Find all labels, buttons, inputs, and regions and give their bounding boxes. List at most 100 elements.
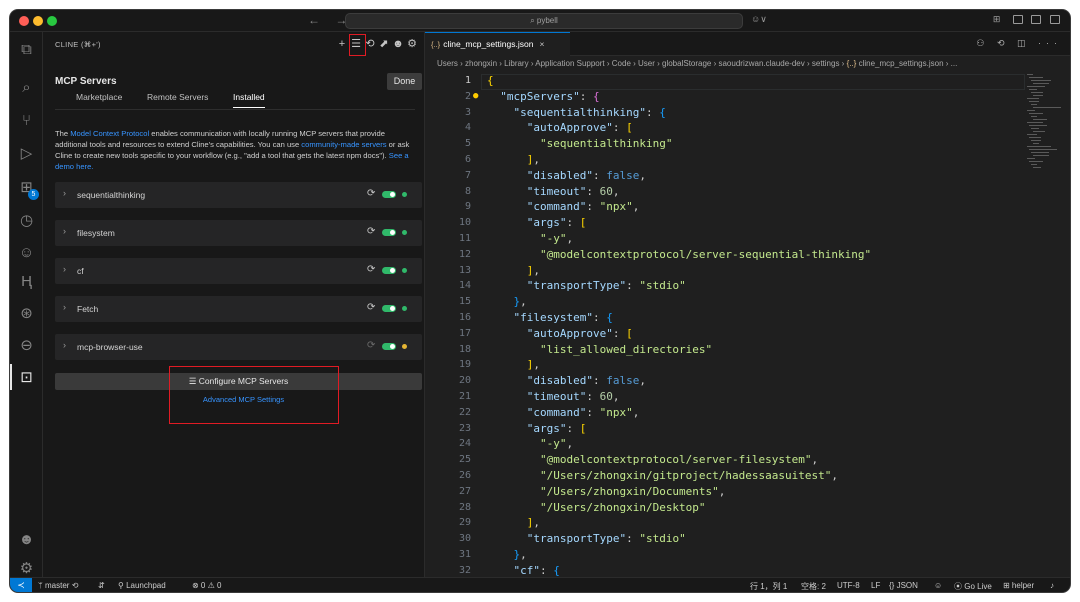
minimize-window-button[interactable] (33, 16, 43, 26)
server-row-filesystem[interactable]: › filesystem ⟳ (55, 220, 422, 246)
run-debug-icon[interactable]: ▷ (17, 144, 36, 163)
code-line[interactable]: { (487, 74, 494, 87)
code-line[interactable]: }, (487, 548, 527, 561)
editor-actions[interactable]: ⚇ ⟲ ◫ ··· (976, 38, 1062, 49)
server-enable-toggle[interactable] (382, 267, 396, 274)
new-task-icon[interactable]: + (335, 35, 349, 53)
problems-indicator[interactable]: ⊗ 0 ⚠ 0 (192, 581, 221, 590)
encoding[interactable]: UTF-8 (837, 581, 860, 590)
code-line[interactable]: "timeout": 60, (487, 185, 620, 198)
account-icon[interactable]: ☻ (17, 530, 36, 549)
notifications-bell-icon[interactable]: ♪ (1050, 581, 1054, 590)
restart-server-icon[interactable]: ⟳ (367, 226, 375, 237)
code-line[interactable]: "@modelcontextprotocol/server-filesystem… (487, 453, 818, 466)
server-enable-toggle[interactable] (382, 191, 396, 198)
lightbulb-icon[interactable]: ● (473, 91, 478, 101)
tab-installed[interactable]: Installed (233, 92, 265, 108)
account-icon[interactable]: ☻ (391, 35, 405, 53)
close-window-button[interactable] (19, 16, 29, 26)
code-line[interactable]: "sequentialthinking" (487, 137, 672, 150)
chevron-right-icon[interactable]: › (63, 340, 66, 350)
go-live-button[interactable]: ⦿ Go Live (954, 581, 992, 592)
code-editor[interactable]: ● 1 {2 "mcpServers": {3 "sequentialthinki… (425, 74, 1025, 577)
copilot-menu-icon[interactable]: ☺∨ (751, 14, 767, 25)
code-line[interactable]: "args": [ (487, 422, 587, 435)
code-line[interactable]: "disabled": false, (487, 374, 646, 387)
chevron-right-icon[interactable]: › (63, 226, 66, 236)
indentation[interactable]: 空格: 2 (801, 581, 826, 592)
timeline-icon[interactable]: ⊛ (17, 304, 36, 323)
code-line[interactable]: ], (487, 516, 540, 529)
settings-icon[interactable]: ⚙ (405, 35, 419, 53)
restart-server-icon[interactable]: ⟳ (367, 340, 375, 351)
server-row-mcp-browser-use[interactable]: › mcp-browser-use ⟳ (55, 334, 422, 360)
code-line[interactable]: "@modelcontextprotocol/server-sequential… (487, 248, 871, 261)
maximize-window-button[interactable] (47, 16, 57, 26)
code-line[interactable]: "filesystem": { (487, 311, 613, 324)
command-center-search[interactable]: ⌕ pybell (345, 13, 743, 29)
helper-item[interactable]: ⊞ helper (1003, 581, 1034, 590)
code-line[interactable]: "args": [ (487, 216, 587, 229)
search-icon[interactable]: ⌕ (17, 78, 36, 97)
restart-server-icon[interactable]: ⟳ (367, 264, 375, 275)
code-line[interactable]: "timeout": 60, (487, 390, 620, 403)
minimap[interactable] (1023, 74, 1063, 194)
code-line[interactable]: ], (487, 153, 540, 166)
code-line[interactable]: "transportType": "stdio" (487, 532, 686, 545)
extensions-icon[interactable]: ⊞ 5 (17, 178, 39, 200)
breadcrumb-item[interactable]: Library (504, 59, 528, 68)
breadcrumb-item[interactable]: saoudrizwan.claude-dev (718, 59, 804, 68)
breadcrumb-item[interactable]: User (638, 59, 655, 68)
code-line[interactable]: "command": "npx", (487, 406, 640, 419)
code-line[interactable]: ], (487, 264, 540, 277)
cline-icon[interactable]: ⊡ (17, 368, 36, 387)
code-line[interactable]: "transportType": "stdio" (487, 279, 686, 292)
toggle-panel-icon[interactable] (1031, 15, 1042, 25)
server-row-cf[interactable]: › cf ⟳ (55, 258, 422, 284)
launchpad-item[interactable]: ⚲ Launchpad (118, 581, 166, 590)
chevron-right-icon[interactable]: › (63, 302, 66, 312)
toggle-primary-sidebar-icon[interactable] (1012, 15, 1023, 25)
breadcrumb-item[interactable]: Code (612, 59, 631, 68)
language-mode[interactable]: {} JSON (889, 581, 918, 590)
community-servers-link[interactable]: community-made servers (301, 140, 386, 149)
breadcrumb-item[interactable]: Application Support (535, 59, 604, 68)
code-line[interactable]: "-y", (487, 232, 573, 245)
source-control-icon[interactable]: ⑂ (17, 111, 36, 130)
remote-indicator-icon[interactable]: ≺ (10, 578, 32, 592)
copilot-icon[interactable]: ☺ (17, 243, 36, 262)
git-branch[interactable]: ᛘ master ⟲ (38, 581, 78, 590)
explorer-icon[interactable]: ⧉ (17, 40, 36, 59)
server-enable-toggle[interactable] (382, 343, 396, 350)
server-enable-toggle[interactable] (382, 305, 396, 312)
breadcrumb[interactable]: Users › zhongxin › Library › Application… (437, 59, 957, 68)
code-line[interactable]: "list_allowed_directories" (487, 343, 712, 356)
code-line[interactable]: "mcpServers": { (487, 90, 599, 103)
code-line[interactable]: "command": "npx", (487, 200, 640, 213)
code-line[interactable]: "-y", (487, 437, 573, 450)
done-button[interactable]: Done (387, 73, 422, 90)
code-line[interactable]: "autoApprove": [ (487, 327, 633, 340)
toggle-secondary-sidebar-icon[interactable] (1050, 15, 1060, 25)
mcp-protocol-link[interactable]: Model Context Protocol (70, 129, 149, 138)
code-line[interactable]: }, (487, 295, 527, 308)
restart-server-icon[interactable]: ⟳ (367, 188, 375, 199)
settings-gear-icon[interactable]: ⚙ (17, 559, 36, 578)
code-line[interactable]: "disabled": false, (487, 169, 646, 182)
customize-layout-icon[interactable]: ⊞ (993, 14, 1005, 24)
sync-icon[interactable]: ⇵ (98, 581, 105, 590)
code-line[interactable]: "/Users/zhongxin/gitproject/hadessaasuit… (487, 469, 838, 482)
gitlens-icon[interactable]: ⊖ (17, 336, 36, 355)
server-row-Fetch[interactable]: › Fetch ⟳ (55, 296, 422, 322)
code-line[interactable]: "autoApprove": [ (487, 121, 633, 134)
cursor-position[interactable]: 行 1，列 1 (750, 581, 787, 592)
breadcrumb-item[interactable]: globalStorage (662, 59, 711, 68)
chevron-right-icon[interactable]: › (63, 188, 66, 198)
tab-remote-servers[interactable]: Remote Servers (147, 92, 208, 107)
server-row-sequentialthinking[interactable]: › sequentialthinking ⟳ (55, 182, 422, 208)
copilot-status-icon[interactable]: ☺ (934, 581, 942, 590)
close-tab-icon[interactable]: × (539, 39, 544, 49)
eol[interactable]: LF (871, 581, 880, 590)
breadcrumb-item[interactable]: Users (437, 59, 458, 68)
breadcrumb-item[interactable]: ... (951, 59, 958, 68)
